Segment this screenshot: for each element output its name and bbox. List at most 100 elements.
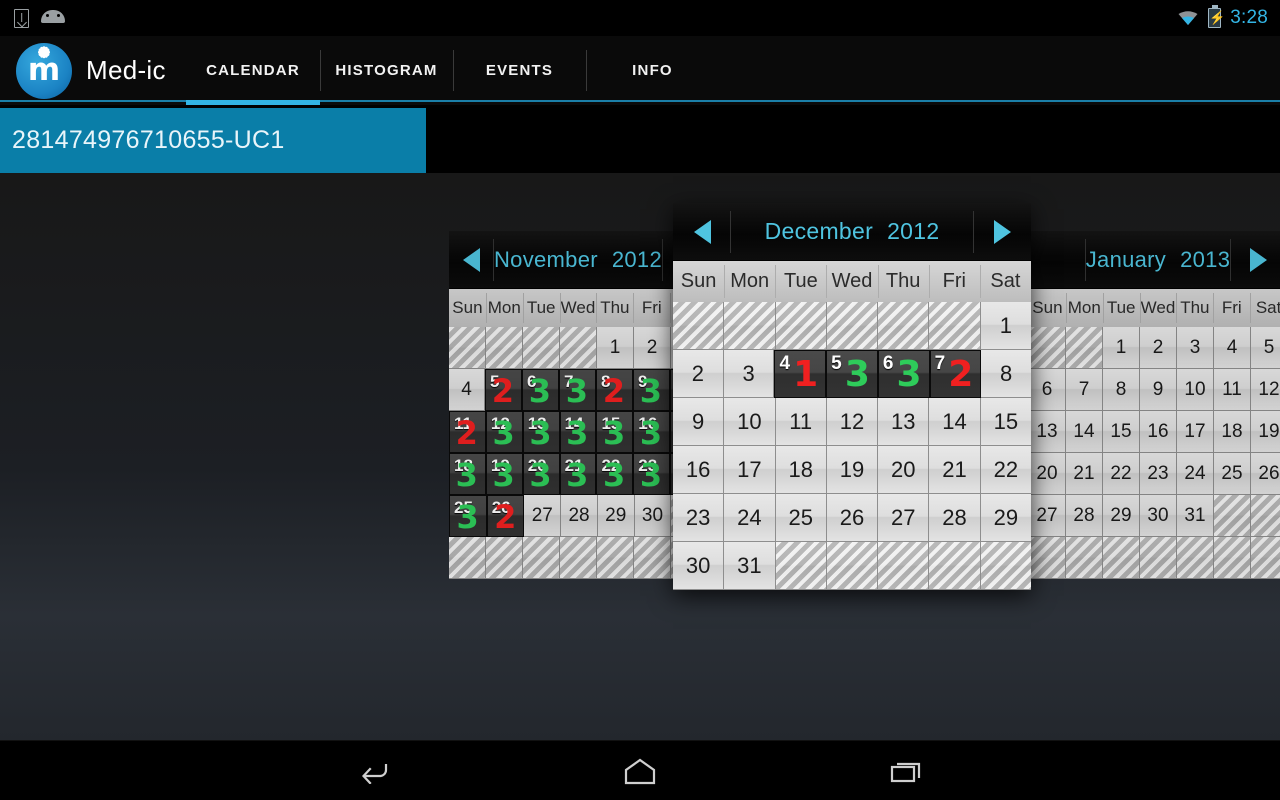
calendar-cell-day-17[interactable]: 17: [1177, 411, 1214, 453]
calendar-cell-day-2[interactable]: 2: [1140, 327, 1177, 369]
calendar-cell-day-9[interactable]: 9: [673, 398, 725, 446]
calendar-cell-day-31[interactable]: 31: [1177, 495, 1214, 537]
calendar-cell-day-15[interactable]: 15: [980, 398, 1031, 446]
calendar-cell-day-4[interactable]: 41: [774, 350, 827, 398]
calendar-cell-day-20[interactable]: 20: [878, 446, 930, 494]
calendar-cell-day-5[interactable]: 5: [1251, 327, 1280, 369]
tab-info[interactable]: INFO: [586, 36, 719, 105]
calendar-cell-day-5[interactable]: 52: [485, 369, 522, 411]
calendar-cell-day-5[interactable]: 53: [826, 350, 878, 398]
next-month-button-january[interactable]: [1230, 231, 1280, 289]
calendar-cell-day-4[interactable]: 4: [1214, 327, 1251, 369]
calendar-cell-day-22[interactable]: 22: [980, 446, 1031, 494]
calendar-cell-day-16[interactable]: 16: [673, 446, 725, 494]
calendar-cell-day-25[interactable]: 25: [1214, 453, 1251, 495]
calendar-cell-day-8[interactable]: 8: [981, 350, 1032, 398]
calendar-cell-day-19[interactable]: 19: [826, 446, 879, 494]
calendar-cell-day-12[interactable]: 12 3: [485, 411, 523, 453]
calendar-cell-day-12[interactable]: 12: [1251, 369, 1280, 411]
calendar-cell-day-29[interactable]: 29: [1103, 495, 1140, 537]
calendar-cell-day-14[interactable]: 14: [929, 398, 981, 446]
calendar-cell-day-13[interactable]: 13: [878, 398, 930, 446]
calendar-cell-day-15[interactable]: 15 3: [596, 411, 634, 453]
calendar-cell-day-6[interactable]: 6: [1029, 369, 1066, 411]
calendar-cell-day-6[interactable]: 63: [522, 369, 559, 411]
calendar-cell-day-11[interactable]: 11 2: [449, 411, 486, 453]
calendar-cell-day-19[interactable]: 19: [1251, 411, 1280, 453]
calendar-cell-day-9[interactable]: 93: [633, 369, 670, 411]
calendar-cell-day-10[interactable]: 10: [1177, 369, 1214, 411]
tab-events[interactable]: EVENTS: [453, 36, 586, 105]
calendar-cell-day-2[interactable]: 2: [634, 327, 671, 369]
calendar-cell-day-12[interactable]: 12: [826, 398, 879, 446]
calendar-cell-day-19[interactable]: 19 3: [485, 453, 523, 495]
calendar-cell-day-28[interactable]: 28: [561, 495, 598, 537]
calendar-cell-day-21[interactable]: 21: [1066, 453, 1103, 495]
calendar-january[interactable]: January 2013 Sun Mon Tue Wed Thu Fri Sat 1 2 3 4 5 6 7 8…: [1029, 231, 1280, 579]
calendar-cell-day-11[interactable]: 11: [1214, 369, 1251, 411]
calendar-cell-day-18[interactable]: 18 3: [449, 453, 486, 495]
calendar-cell-day-26[interactable]: 26: [1251, 453, 1280, 495]
calendar-cell-day-11[interactable]: 11: [775, 398, 827, 446]
calendar-cell-day-8[interactable]: 8: [1103, 369, 1140, 411]
prev-month-button-december[interactable]: [673, 203, 731, 261]
calendar-cell-day-16[interactable]: 16 3: [633, 411, 671, 453]
calendar-cell-day-8[interactable]: 82: [596, 369, 633, 411]
calendar-cell-day-13[interactable]: 13: [1029, 411, 1066, 453]
calendar-cell-day-4[interactable]: 4: [449, 369, 485, 411]
calendar-cell-day-31[interactable]: 31: [724, 542, 776, 590]
calendar-cell-day-13[interactable]: 13 3: [522, 411, 560, 453]
calendar-cell-day-17[interactable]: 17: [724, 446, 776, 494]
calendar-cell-day-9[interactable]: 9: [1140, 369, 1177, 411]
calendar-cell-day-27[interactable]: 27: [1029, 495, 1066, 537]
calendar-cell-day-14[interactable]: 14: [1066, 411, 1103, 453]
calendar-december[interactable]: December 2012 Sun Mon Tue Wed Thu Fri Sat 1 2 3 4 1 5 3…: [673, 203, 1032, 590]
calendar-cell-day-10[interactable]: 10: [724, 398, 776, 446]
calendar-cell-day-29[interactable]: 29: [597, 495, 635, 537]
calendar-cell-day-24[interactable]: 24: [724, 494, 776, 542]
back-icon[interactable]: [346, 751, 402, 791]
calendar-cell-day-30[interactable]: 30: [1140, 495, 1177, 537]
calendar-cell-day-26[interactable]: 26 2: [486, 495, 525, 537]
calendar-cell-day-24[interactable]: 24: [1177, 453, 1214, 495]
calendar-cell-day-22[interactable]: 22: [1103, 453, 1140, 495]
tab-calendar[interactable]: CALENDAR: [186, 36, 320, 105]
calendar-cell-day-3[interactable]: 3: [1177, 327, 1214, 369]
device-id-banner[interactable]: 281474976710655-UC1: [0, 108, 426, 173]
calendar-cell-day-25[interactable]: 25 3: [449, 495, 487, 537]
calendar-cell-day-28[interactable]: 28: [1066, 495, 1103, 537]
prev-month-button-november[interactable]: [449, 231, 494, 289]
calendar-cell-day-29[interactable]: 29: [980, 494, 1031, 542]
calendar-cell-day-28[interactable]: 28: [929, 494, 981, 542]
calendar-cell-day-2[interactable]: 2: [673, 350, 724, 398]
app-brand[interactable]: m Med-ic: [0, 42, 186, 99]
calendar-cell-day-16[interactable]: 16: [1140, 411, 1177, 453]
calendar-cell-day-14[interactable]: 14 3: [559, 411, 597, 453]
tab-histogram[interactable]: HISTOGRAM: [320, 36, 453, 105]
calendar-cell-day-18[interactable]: 18: [1214, 411, 1251, 453]
calendar-cell-day-23[interactable]: 23: [1140, 453, 1177, 495]
calendar-cell-day-18[interactable]: 18: [775, 446, 827, 494]
calendar-cell-day-20[interactable]: 20: [1029, 453, 1066, 495]
calendar-cell-day-25[interactable]: 25: [775, 494, 827, 542]
recents-icon[interactable]: [878, 751, 934, 791]
calendar-cell-day-6[interactable]: 63: [877, 350, 930, 398]
next-month-button-december[interactable]: [973, 203, 1031, 261]
prev-month-button-january[interactable]: [1029, 231, 1086, 289]
calendar-cell-day-23[interactable]: 23: [673, 494, 725, 542]
calendar-november[interactable]: November2012SunMonTueWedThuFriSat1234526…: [449, 231, 708, 579]
calendar-cell-day-7[interactable]: 7: [1066, 369, 1103, 411]
home-icon[interactable]: [612, 751, 668, 791]
calendar-cell-day-30[interactable]: 30: [673, 542, 725, 590]
calendar-cell-day-1[interactable]: 1: [597, 327, 634, 369]
calendar-cell-day-30[interactable]: 30: [634, 495, 672, 537]
calendar-cell-day-1[interactable]: 1: [1103, 327, 1140, 369]
calendar-cell-day-27[interactable]: 27: [524, 495, 562, 537]
calendar-cell-day-21[interactable]: 21: [929, 446, 981, 494]
calendar-cell-day-20[interactable]: 20 3: [522, 453, 560, 495]
calendar-cell-day-15[interactable]: 15: [1103, 411, 1140, 453]
calendar-cell-day-7[interactable]: 72: [929, 350, 982, 398]
calendar-cell-day-23[interactable]: 23 3: [633, 453, 671, 495]
calendar-cell-day-3[interactable]: 3: [723, 350, 775, 398]
calendar-cell-day-7[interactable]: 73: [559, 369, 596, 411]
